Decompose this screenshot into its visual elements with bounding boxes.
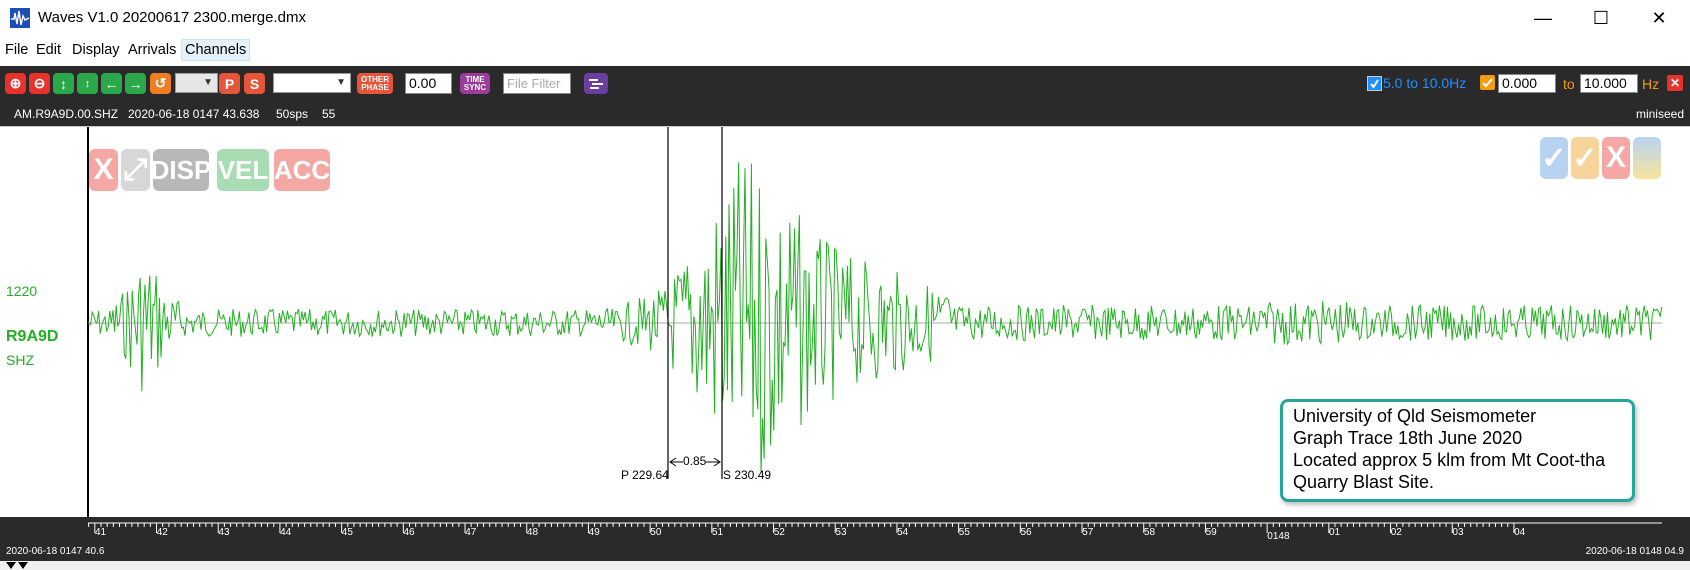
other-phase-button[interactable]: OTHER PHASE xyxy=(357,73,393,94)
menu-arrivals[interactable]: Arrivals xyxy=(125,40,179,60)
annotation-box: University of Qld Seismometer Graph Trac… xyxy=(1280,399,1635,502)
time-tick-label: 48 xyxy=(526,527,539,538)
pick-p-button[interactable]: P xyxy=(219,73,240,94)
scale-down-icon[interactable]: ↕ xyxy=(77,73,98,94)
sample-count: 55 xyxy=(322,107,336,121)
window-title: Waves V1.0 20200617 2300.merge.dmx xyxy=(38,9,306,26)
to-label: to xyxy=(1563,76,1575,92)
time-tick-label: 55 xyxy=(958,527,970,538)
menu-bar: File Edit Display Arrivals Channels xyxy=(0,36,1690,62)
list-lines-icon xyxy=(589,78,603,89)
minimize-button[interactable]: — xyxy=(1514,0,1572,36)
time-tick-label: 42 xyxy=(156,527,168,538)
time-tick-label: 57 xyxy=(1082,527,1094,538)
pick-s-button[interactable]: S xyxy=(244,73,265,94)
annotation-line-1: University of Qld Seismometer xyxy=(1293,406,1537,426)
time-tick-label: 43 xyxy=(218,527,230,538)
delta-time-label: 0.85 xyxy=(683,454,707,468)
time-tick-label: 56 xyxy=(1020,527,1032,538)
filter-high-input[interactable]: 10.000 xyxy=(1580,74,1638,93)
time-tick-label: 46 xyxy=(403,527,415,538)
time-tick-label: 04 xyxy=(1514,527,1526,538)
time-sync-label-2: SYNC xyxy=(463,82,487,92)
time-tick-label: 59 xyxy=(1205,527,1217,538)
data-format: miniseed xyxy=(1635,107,1684,121)
start-time-label: 2020-06-18 0147 40.6 xyxy=(6,546,105,557)
chevron-down-icon: ▼ xyxy=(336,77,346,88)
scale-up-icon[interactable]: ↕ xyxy=(53,73,74,94)
time-tick-label: 44 xyxy=(280,527,292,538)
time-tick-label: 58 xyxy=(1143,527,1156,538)
time-tick-label: 01 xyxy=(1329,527,1341,538)
time-tick-label: 0148 xyxy=(1267,531,1290,542)
toolbar: ⊕ ⊖ ↕ ↕ ← → ↺ ▼ P S ▼ OTHER PHASE 0.00 T… xyxy=(0,66,1690,102)
time-tick-label: 02 xyxy=(1390,527,1402,538)
offset-input[interactable]: 0.00 xyxy=(405,73,452,94)
app-waveform-icon xyxy=(10,8,30,28)
start-time: 2020-06-18 0147 43.638 xyxy=(128,107,260,121)
time-tick-label: 50 xyxy=(650,527,662,538)
menu-display[interactable]: Display xyxy=(69,40,123,60)
info-bar: AM.R9A9D.00.SHZ 2020-06-18 0147 43.638 5… xyxy=(0,102,1690,126)
annotation-line-4: Quarry Blast Site. xyxy=(1293,472,1435,492)
time-tick-label: 47 xyxy=(465,527,477,538)
annotation-line-3: Located approx 5 klm from Mt Coot-tha xyxy=(1293,450,1606,470)
phase-select[interactable]: ▼ xyxy=(175,73,218,93)
other-phase-label-2: PHASE xyxy=(361,82,389,92)
time-tick-label: 41 xyxy=(95,527,107,538)
time-tick-label: 52 xyxy=(773,527,785,538)
filter-low-input[interactable]: 0.000 xyxy=(1498,74,1556,93)
s-pick-label[interactable]: S 230.49 xyxy=(723,468,771,482)
time-tick-label: 49 xyxy=(588,527,600,538)
undo-icon[interactable]: ↺ xyxy=(150,73,171,94)
menu-file[interactable]: File xyxy=(2,40,31,60)
close-filter-icon[interactable]: ✕ xyxy=(1667,75,1683,91)
channel-select[interactable]: ▼ xyxy=(273,73,351,93)
time-tick-label: 45 xyxy=(341,527,353,538)
list-filter-icon[interactable] xyxy=(584,73,608,94)
sample-rate: 50sps xyxy=(276,107,309,121)
annotation-line-2: Graph Trace 18th June 2020 xyxy=(1293,428,1523,448)
filter-checkbox[interactable] xyxy=(1367,76,1382,91)
menu-channels[interactable]: Channels xyxy=(181,39,251,61)
end-time-label: 2020-06-18 0148 04.9 xyxy=(1585,546,1684,557)
custom-filter-checkbox[interactable] xyxy=(1480,75,1495,90)
chevron-down-icon: ▼ xyxy=(203,77,213,88)
time-sync-button[interactable]: TIME SYNC xyxy=(460,73,490,94)
hz-label: Hz xyxy=(1642,76,1660,92)
filter-range-label: 5.0 to 10.0Hz xyxy=(1383,75,1467,91)
zoom-in-icon[interactable]: ⊕ xyxy=(5,73,26,94)
time-tick-label: 03 xyxy=(1452,527,1464,538)
bottom-strip xyxy=(0,561,1690,570)
file-filter-input[interactable]: File Filter xyxy=(503,73,571,94)
time-axis-ticks xyxy=(88,522,1662,533)
collapse-icon[interactable] xyxy=(6,561,36,570)
pan-right-icon[interactable]: → xyxy=(125,73,146,94)
menu-edit[interactable]: Edit xyxy=(33,40,64,60)
zoom-out-icon[interactable]: ⊖ xyxy=(29,73,50,94)
checkmark-icon xyxy=(1480,75,1495,90)
time-tick-label: 51 xyxy=(712,527,724,538)
checkmark-icon xyxy=(1368,77,1381,90)
p-pick-label[interactable]: P 229.64 xyxy=(621,468,669,482)
title-bar: Waves V1.0 20200617 2300.merge.dmx — ☐ ✕ xyxy=(0,0,1690,36)
time-tick-label: 53 xyxy=(835,527,847,538)
time-axis[interactable]: 41 42 43 44 45 46 47 48 49 50 51 52 53 54 55 56 57 58 59 01… xyxy=(0,517,1690,561)
close-button[interactable]: ✕ xyxy=(1630,0,1688,36)
maximize-button[interactable]: ☐ xyxy=(1572,0,1630,36)
channel-name: AM.R9A9D.00.SHZ xyxy=(14,107,119,121)
time-tick-label: 54 xyxy=(897,527,909,538)
pan-left-icon[interactable]: ← xyxy=(101,73,122,94)
